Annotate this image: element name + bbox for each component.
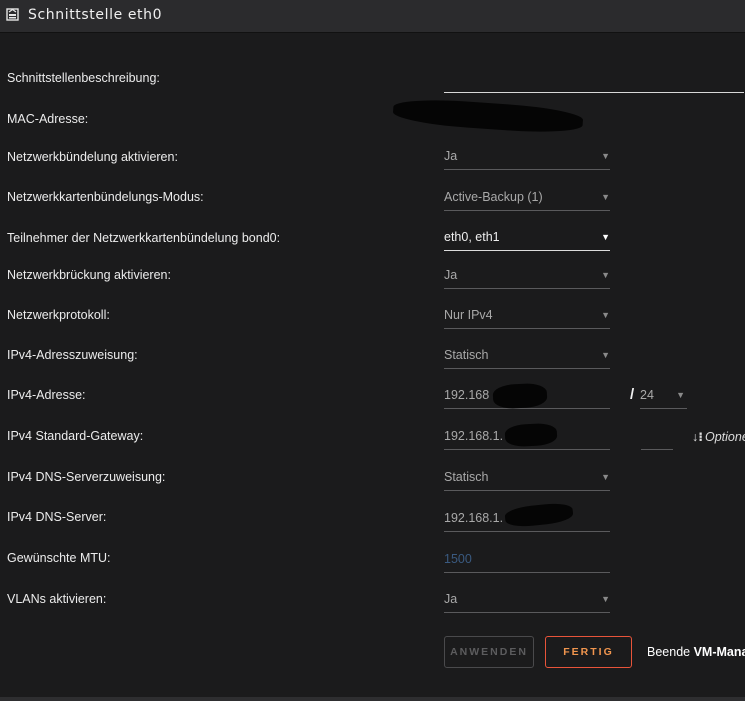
- ipv4-address-value: 192.168: [444, 388, 490, 402]
- description-label: Schnittstellenbeschreibung:: [7, 71, 160, 85]
- bonding-value: Ja: [444, 149, 458, 163]
- ipv4-assign-select[interactable]: Statisch ▼: [444, 344, 610, 369]
- bridge-label: Netzwerkbrückung aktivieren:: [7, 268, 171, 282]
- dns-assign-label: IPv4 DNS-Serverzuweisung:: [7, 470, 166, 484]
- ipv4-address-label: IPv4-Adresse:: [7, 388, 86, 402]
- bonding-mode-value: Active-Backup (1): [444, 190, 543, 204]
- vlan-value: Ja: [444, 592, 458, 606]
- description-input[interactable]: [444, 66, 744, 93]
- bond-members-select[interactable]: eth0, eth1 ▼: [444, 226, 610, 251]
- chevron-down-icon: ▼: [601, 472, 610, 482]
- dns-assign-select[interactable]: Statisch ▼: [444, 466, 610, 491]
- apply-button[interactable]: ANWENDEN: [444, 636, 534, 668]
- chevron-down-icon: ▼: [601, 270, 610, 280]
- mtu-input[interactable]: 1500: [444, 548, 610, 573]
- mtu-label: Gewünschte MTU:: [7, 551, 111, 565]
- bonding-label: Netzwerkbündelung aktivieren:: [7, 150, 178, 164]
- ipv4-assign-label: IPv4-Adresszuweisung:: [7, 348, 138, 362]
- sort-icon: ↓⁝: [692, 430, 703, 444]
- ipv4-assign-value: Statisch: [444, 348, 489, 362]
- window-title: Schnittstelle eth0: [28, 7, 163, 23]
- protocol-value: Nur IPv4: [444, 308, 493, 322]
- mac-label: MAC-Adresse:: [7, 112, 89, 126]
- bottom-bar: [0, 697, 745, 701]
- prefix-select[interactable]: 24 ▼: [640, 384, 687, 409]
- dns-assign-value: Statisch: [444, 470, 489, 484]
- network-icon: [6, 8, 19, 21]
- gateway-value: 192.168.1.: [444, 429, 504, 443]
- bonding-mode-select[interactable]: Active-Backup (1) ▼: [444, 186, 610, 211]
- bonding-mode-label: Netzwerkkartenbündelungs-Modus:: [7, 190, 204, 204]
- chevron-down-icon: ▼: [601, 232, 610, 242]
- chevron-down-icon: ▼: [601, 594, 610, 604]
- bonding-select[interactable]: Ja ▼: [444, 145, 610, 170]
- prefix-slash: /: [630, 386, 635, 403]
- mtu-value: 1500: [444, 552, 472, 566]
- vlan-select[interactable]: Ja ▼: [444, 588, 610, 613]
- dns-server-value: 192.168.1.: [444, 511, 504, 525]
- protocol-select[interactable]: Nur IPv4 ▼: [444, 304, 610, 329]
- chevron-down-icon: ▼: [601, 310, 610, 320]
- bridge-select[interactable]: Ja ▼: [444, 264, 610, 289]
- chevron-down-icon: ▼: [601, 350, 610, 360]
- vlan-label: VLANs aktivieren:: [7, 592, 107, 606]
- protocol-label: Netzwerkprotokoll:: [7, 308, 110, 322]
- bond-members-value: eth0, eth1: [444, 230, 500, 244]
- window-titlebar: Schnittstelle eth0: [0, 0, 745, 33]
- gateway-metric-input[interactable]: [641, 425, 673, 450]
- footnote-text: Beende VM-Mana: [647, 645, 745, 659]
- chevron-down-icon: ▼: [601, 192, 610, 202]
- gateway-label: IPv4 Standard-Gateway:: [7, 429, 144, 443]
- bond-members-label: Teilnehmer der Netzwerkkartenbündelung b…: [7, 231, 281, 245]
- done-button[interactable]: FERTIG: [545, 636, 632, 668]
- mac-redaction: [392, 96, 584, 136]
- prefix-value: 24: [640, 388, 654, 402]
- options-link[interactable]: ↓⁝Optionen: [692, 429, 745, 444]
- dns-server-label: IPv4 DNS-Server:: [7, 510, 107, 524]
- chevron-down-icon: ▼: [676, 390, 685, 400]
- chevron-down-icon: ▼: [601, 151, 610, 161]
- bridge-value: Ja: [444, 268, 458, 282]
